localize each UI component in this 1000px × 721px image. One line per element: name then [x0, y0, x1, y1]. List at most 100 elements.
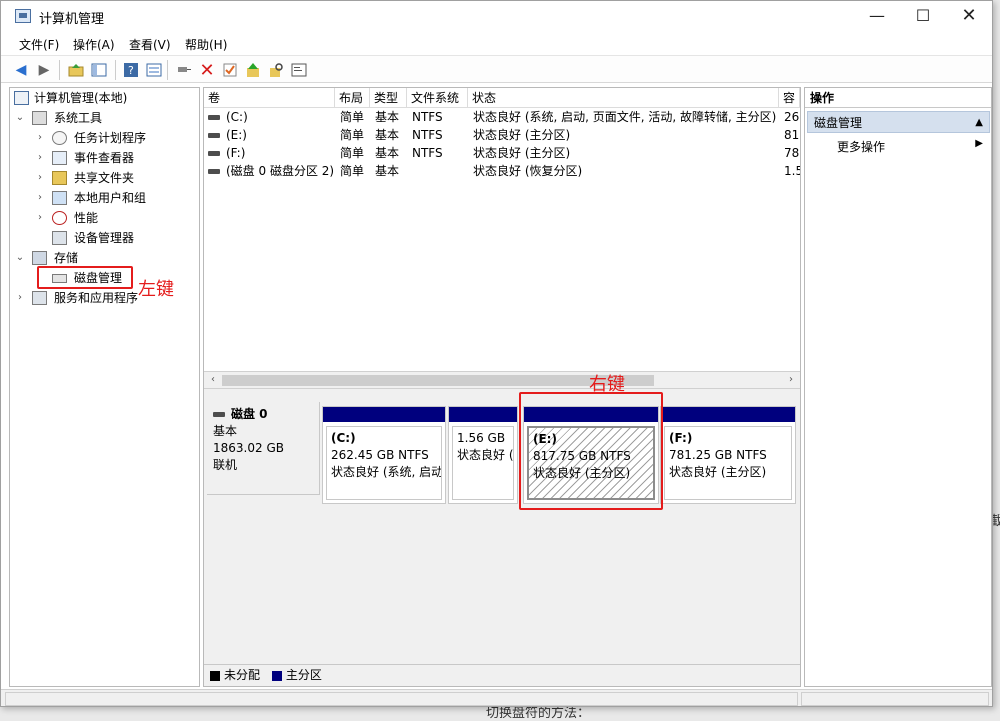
volume-capacity: 81	[784, 128, 800, 142]
close-button[interactable]: ✕	[946, 1, 992, 31]
volume-name: (F:)	[226, 146, 246, 160]
menu-file[interactable]: 文件(F)	[19, 36, 59, 53]
partition-recovery[interactable]: 1.56 GB 状态良好 (	[448, 406, 518, 504]
window-title: 计算机管理	[39, 12, 105, 27]
status-bar	[1, 689, 992, 706]
graphical-disk-view: 磁盘 0 基本 1863.02 GB 联机 (C:) 262.45 GB NTF…	[204, 394, 800, 682]
performance-icon	[52, 211, 67, 225]
title-bar: 计算机管理 — ☐ ✕	[1, 1, 992, 33]
chevron-right-icon[interactable]: ›	[34, 168, 46, 188]
partition-f[interactable]: (F:) 781.25 GB NTFS 状态良好 (主分区)	[660, 406, 796, 504]
disk-info[interactable]: 磁盘 0 基本 1863.02 GB 联机	[207, 402, 320, 495]
search-icon[interactable]	[266, 60, 286, 80]
volume-status: 状态良好 (恢复分区)	[473, 164, 583, 178]
column-header-status[interactable]: 状态	[468, 88, 779, 108]
column-header-filesystem[interactable]: 文件系统	[407, 88, 468, 108]
up-folder-icon[interactable]	[66, 60, 86, 80]
column-header-capacity[interactable]: 容	[779, 88, 800, 108]
partition-bar	[661, 407, 795, 422]
tree-label: 系统工具	[54, 111, 103, 125]
primary-swatch	[271, 670, 282, 681]
chevron-right-icon[interactable]: ›	[34, 188, 46, 208]
minimize-button[interactable]: —	[854, 1, 900, 31]
toolbar: ◀ ▶ ? ✕	[1, 55, 992, 83]
maximize-button[interactable]: ☐	[900, 1, 946, 31]
svg-text:?: ?	[128, 64, 134, 77]
right-click-highlight	[519, 392, 663, 510]
disk-name: 磁盘 0	[231, 407, 268, 421]
actions-section-label: 磁盘管理	[814, 116, 863, 130]
column-header-layout[interactable]: 布局	[335, 88, 370, 108]
delete-icon[interactable]: ✕	[197, 60, 217, 81]
tree-label: 计算机管理(本地)	[34, 91, 128, 105]
unallocated-swatch	[210, 670, 220, 681]
console-icon[interactable]	[289, 60, 309, 80]
tree-label: 设备管理器	[74, 231, 135, 245]
chevron-right-icon[interactable]: ›	[14, 288, 26, 308]
horizontal-scrollbar[interactable]: ‹ ›	[204, 371, 800, 389]
connect-icon[interactable]	[174, 60, 194, 80]
up-arrow-icon[interactable]	[243, 60, 263, 80]
table-row[interactable]: (E:) 简单 基本 NTFS 状态良好 (主分区) 81	[204, 126, 800, 144]
disk-size: 1863.02 GB	[213, 441, 284, 455]
collapse-up-icon[interactable]: ▲	[975, 112, 983, 134]
forward-arrow-icon[interactable]: ▶	[34, 60, 54, 80]
column-header-type[interactable]: 类型	[370, 88, 407, 108]
menu-bar: 文件(F) 操作(A) 查看(V) 帮助(H)	[1, 33, 992, 55]
tree-label: 性能	[74, 211, 99, 225]
left-click-highlight	[37, 266, 133, 289]
services-icon	[32, 291, 47, 305]
back-arrow-icon[interactable]: ◀	[11, 60, 31, 80]
partition-name: (C:)	[331, 431, 356, 445]
partition-c[interactable]: (C:) 262.45 GB NTFS 状态良好 (系统, 启动	[322, 406, 446, 504]
volume-capacity: 26	[784, 110, 800, 124]
tree-label: 存储	[54, 251, 79, 265]
volume-layout: 简单	[340, 128, 365, 142]
more-actions-item[interactable]: 更多操作	[837, 138, 885, 155]
actions-section-disk-management[interactable]: 磁盘管理 ▲	[807, 111, 990, 133]
right-click-annotation: 右键	[589, 374, 625, 395]
partition-status: 状态良好 (主分区)	[669, 465, 767, 479]
column-header-volume[interactable]: 卷	[204, 88, 335, 108]
volume-status: 状态良好 (主分区)	[473, 146, 571, 160]
volume-icon	[208, 169, 220, 174]
chevron-right-icon[interactable]: ›	[34, 128, 46, 148]
menu-help[interactable]: 帮助(H)	[185, 36, 227, 53]
tree-label: 服务和应用程序	[54, 291, 139, 305]
actions-pane: 操作 磁盘管理 ▲ 更多操作 ▶	[804, 87, 992, 687]
clock-icon	[52, 131, 67, 145]
partition-size: 1.56 GB	[457, 431, 506, 445]
chevron-down-icon[interactable]: ⌄	[14, 248, 26, 268]
properties-icon[interactable]	[144, 60, 164, 80]
partition-status: 状态良好 (系统, 启动	[331, 465, 442, 479]
tools-icon	[32, 111, 47, 125]
volume-capacity: 1.5	[784, 164, 800, 178]
scroll-left-icon[interactable]: ‹	[206, 373, 220, 387]
submenu-arrow-icon[interactable]: ▶	[975, 138, 983, 149]
show-hide-tree-icon[interactable]	[89, 60, 109, 80]
chevron-down-icon[interactable]: ⌄	[14, 108, 26, 128]
check-icon[interactable]	[220, 60, 240, 80]
table-row[interactable]: (C:) 简单 基本 NTFS 状态良好 (系统, 启动, 页面文件, 活动, …	[204, 108, 800, 126]
help-icon[interactable]: ?	[121, 60, 141, 80]
volume-fs: NTFS	[412, 110, 443, 124]
legend-unallocated: 未分配	[224, 668, 261, 682]
table-row[interactable]: (F:) 简单 基本 NTFS 状态良好 (主分区) 78	[204, 144, 800, 162]
chevron-right-icon[interactable]: ›	[34, 148, 46, 168]
volume-fs: NTFS	[412, 128, 443, 142]
tree-label: 任务计划程序	[74, 131, 147, 145]
volume-list: 卷 布局 类型 文件系统 状态 容 (C:) 简单 基本 NTFS 状态良好 (…	[204, 88, 800, 372]
disk-type: 基本	[213, 424, 238, 438]
volume-icon	[208, 133, 220, 138]
volume-icon	[208, 151, 220, 156]
menu-view[interactable]: 查看(V)	[129, 36, 171, 53]
menu-action[interactable]: 操作(A)	[73, 36, 115, 53]
disk-icon	[213, 412, 225, 417]
console-tree: 计算机管理(本地) ⌄ 系统工具 › 任务计划程序 › 事件查看器 › 共享文件…	[9, 87, 200, 687]
scroll-right-icon[interactable]: ›	[784, 373, 798, 387]
computer-management-icon	[14, 91, 29, 105]
table-row[interactable]: (磁盘 0 磁盘分区 2) 简单 基本 状态良好 (恢复分区) 1.5	[204, 162, 800, 180]
partition-bar	[323, 407, 445, 422]
chevron-right-icon[interactable]: ›	[34, 208, 46, 228]
status-segment	[5, 692, 798, 706]
